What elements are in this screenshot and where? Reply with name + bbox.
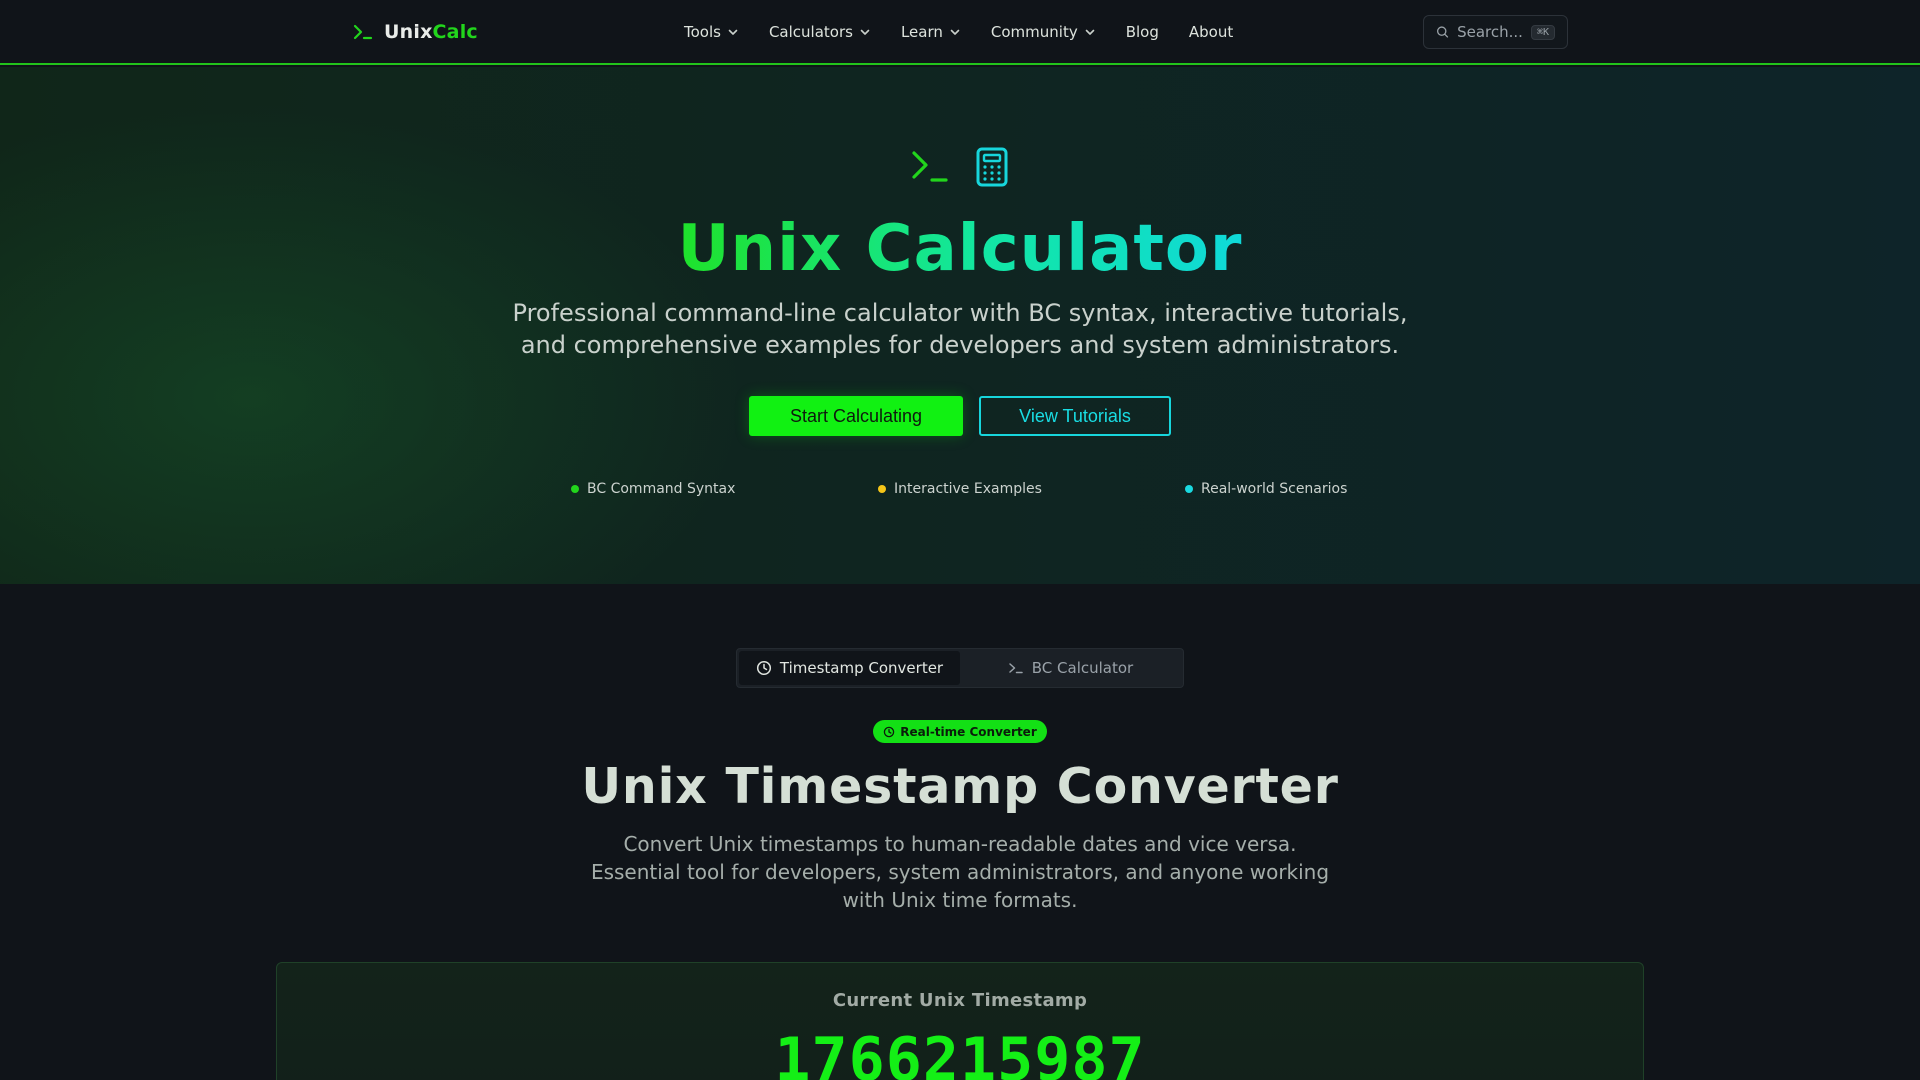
converter-desc-line2: Essential tool for developers, system ad… [590, 860, 1330, 884]
badge-label: Real-time Converter [900, 724, 1037, 739]
feature-item: BC Command Syntax [571, 481, 735, 497]
clock-icon [883, 726, 895, 737]
hero-subtitle: Professional command-line calculator wit… [460, 297, 1460, 361]
nav-label: Community [990, 23, 1078, 41]
converter-desc-line3: with Unix time formats. [842, 888, 1078, 912]
tab-bc-calculator[interactable]: BC Calculator [960, 651, 1181, 685]
hero-actions: Start Calculating View Tutorials [0, 396, 1920, 436]
hero-section: Unix Calculator Professional command-lin… [0, 67, 1920, 584]
brand-name-part1: Unix [384, 21, 433, 43]
terminal-icon [353, 24, 373, 40]
hero-subtitle-line2: and comprehensive examples for developer… [520, 331, 1400, 359]
tab-label: BC Calculator [1031, 659, 1134, 677]
nav-item-tools[interactable]: Tools [684, 23, 739, 41]
terminal-icon [1009, 663, 1023, 674]
feature-list: BC Command Syntax Interactive Examples R… [0, 481, 1920, 501]
brand-name: UnixCalc [384, 21, 478, 43]
status-dot [1185, 485, 1193, 493]
realtime-badge: Real-time Converter [873, 720, 1047, 743]
feature-label: Interactive Examples [894, 481, 1042, 497]
calculator-icon [976, 147, 1008, 187]
main-nav: Tools Calculators Learn Community Blog A… [684, 20, 1263, 44]
nav-item-about[interactable]: About [1189, 23, 1233, 41]
tool-tabs: Timestamp Converter BC Calculator [736, 648, 1184, 688]
start-calculating-button[interactable]: Start Calculating [749, 396, 963, 436]
hero-title: Unix Calculator [0, 212, 1920, 286]
converter-title: Unix Timestamp Converter [581, 758, 1339, 815]
brand-logo[interactable]: UnixCalc [352, 19, 478, 45]
hero-icons [0, 147, 1920, 187]
search-icon [1436, 26, 1449, 38]
tab-timestamp-converter[interactable]: Timestamp Converter [739, 651, 960, 685]
current-timestamp-label: Current Unix Timestamp [832, 990, 1088, 1011]
current-timestamp-card: Current Unix Timestamp 1766215987 [276, 962, 1644, 1080]
search-placeholder: Search... [1457, 23, 1523, 41]
nav-label: Learn [900, 23, 943, 41]
feature-item: Interactive Examples [878, 481, 1042, 497]
search-box[interactable]: Search... ⌘K [1423, 15, 1568, 49]
tab-label: Timestamp Converter [779, 659, 944, 677]
view-tutorials-button[interactable]: View Tutorials [979, 396, 1171, 436]
nav-item-calculators[interactable]: Calculators [769, 23, 871, 41]
chevron-down-icon [1085, 29, 1095, 35]
nav-item-learn[interactable]: Learn [901, 23, 961, 41]
chevron-down-icon [860, 29, 870, 35]
status-dot [878, 485, 886, 493]
feature-label: BC Command Syntax [587, 481, 736, 497]
chevron-down-icon [728, 29, 738, 35]
chevron-down-icon [950, 29, 960, 35]
feature-label: Real-world Scenarios [1201, 481, 1348, 497]
nav-label: Calculators [768, 23, 853, 41]
nav-item-community[interactable]: Community [991, 23, 1096, 41]
converter-desc-line1: Convert Unix timestamps to human-readabl… [623, 832, 1297, 856]
hero-subtitle-line1: Professional command-line calculator wit… [512, 299, 1408, 327]
terminal-icon [912, 151, 948, 182]
search-shortcut-badge: ⌘K [1530, 24, 1555, 40]
converter-description: Convert Unix timestamps to human-readabl… [580, 830, 1340, 914]
feature-item: Real-world Scenarios [1185, 481, 1347, 497]
site-header: UnixCalc Tools Calculators Learn Communi… [0, 0, 1920, 65]
nav-label: Blog [1125, 23, 1159, 41]
hero-title-text: Unix Calculator [677, 212, 1243, 286]
status-dot [571, 485, 579, 493]
current-timestamp-value: 1766215987 [774, 1025, 1146, 1080]
nav-label: About [1188, 23, 1234, 41]
nav-label: Tools [684, 23, 721, 41]
clock-icon [756, 660, 771, 676]
brand-name-part2: Calc [432, 21, 478, 43]
nav-item-blog[interactable]: Blog [1126, 23, 1159, 41]
